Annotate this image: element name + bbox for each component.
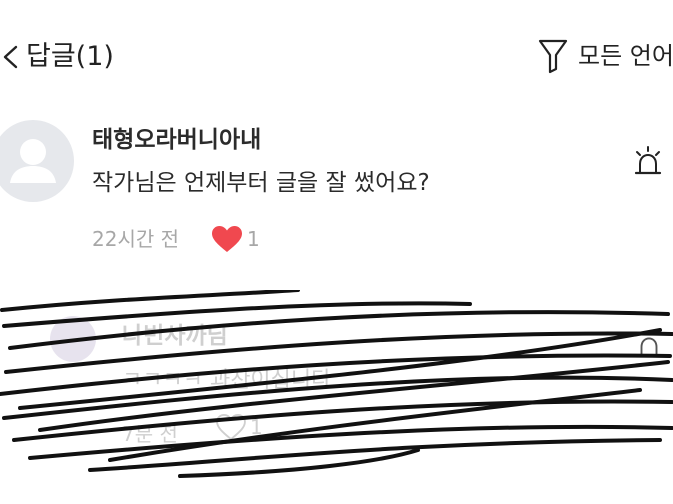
report-button[interactable]: [632, 146, 664, 178]
language-filter-button[interactable]: 모든 언어: [538, 38, 673, 74]
app-header: 답글(1) 모든 언어: [0, 0, 673, 112]
comment-time: 22시간 전: [92, 227, 180, 251]
default-avatar-icon: [0, 120, 74, 202]
scribble-overlay: [0, 290, 673, 478]
chevron-left-icon: [3, 45, 18, 69]
comment-author[interactable]: 태형오라버니아내: [92, 126, 261, 154]
like-button[interactable]: 1: [211, 225, 260, 253]
back-button[interactable]: [0, 38, 22, 76]
avatar[interactable]: [0, 120, 74, 202]
comment-meta: 22시간 전 1: [92, 224, 260, 254]
like-count: 1: [247, 227, 260, 251]
heart-icon: [212, 226, 243, 252]
comment-item: 태형오라버니아내 작가님은 언제부터 글을 잘 썼어요? 22시간 전 1: [0, 110, 673, 270]
language-filter-label: 모든 언어: [578, 42, 673, 70]
page-title: 답글(1): [26, 41, 114, 72]
comment-body: 작가님은 언제부터 글을 잘 썼어요?: [92, 170, 430, 196]
redacted-reply: 나빈사까님 ㅋㅋㅋㅋ 과찬이십니다 7분 전 1: [0, 290, 673, 490]
siren-icon: [634, 146, 662, 175]
funnel-icon: [538, 39, 568, 74]
